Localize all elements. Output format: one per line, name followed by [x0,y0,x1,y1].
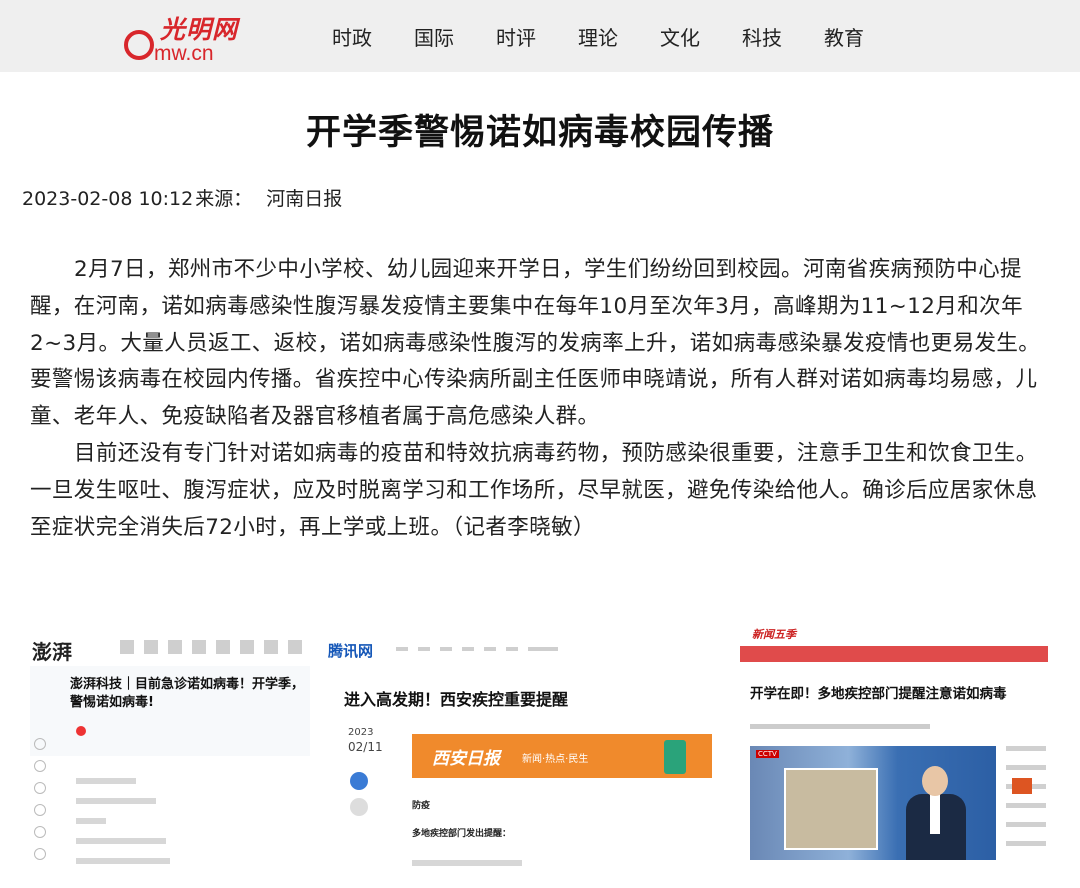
nav-line [528,647,558,651]
main-nav: 时政 国际 时评 理论 文化 科技 教育 [332,22,906,51]
phone-icon [664,740,686,774]
logo-g-mark [124,30,154,60]
video-inset [784,768,878,850]
text-line [76,838,166,844]
article-paragraph: 目前还没有专门针对诺如病毒的疫苗和特效抗病毒药物，预防感染很重要，注意手卫生和饮… [30,440,1038,540]
cctv-header: 新闻五季 [740,624,1048,642]
article-source[interactable]: 河南日报 [266,188,342,210]
nav-item-politics[interactable]: 时政 [332,22,414,51]
text-line [76,798,156,804]
qq-logo: 腾讯网 [328,642,374,660]
share-icon[interactable] [350,798,368,816]
nav-item-theory[interactable]: 理论 [578,22,660,51]
site-logo[interactable]: 光明网 mw.cn [122,12,262,65]
article-title: 开学季警惕诺如病毒校园传播 [305,113,774,153]
nav-line [440,647,452,651]
text-line [76,778,136,784]
qq-para: 防疫 [412,801,431,811]
nav-item-education[interactable]: 教育 [824,22,906,51]
nav-line [506,647,518,651]
qq-date: 2023 02/11 [348,726,383,754]
thepaper-share-icons [34,738,46,870]
wechat-share-icon[interactable] [350,772,368,790]
top-nav-bar: 光明网 mw.cn 时政 国际 时评 理论 文化 科技 教育 [0,0,1080,72]
thepaper-title: 澎湃科技｜目前急诊诺如病毒！开学季，警惕诺如病毒! [70,677,305,710]
author-avatar [76,726,86,736]
cctv-site-logo: 新闻五季 [752,628,796,641]
text-line [412,860,522,866]
cctv-screenshot: 新闻五季 开学在即！多地疾控部门提醒注意诺如病毒 CCTV [740,620,1048,868]
qq-date-year: 2023 [348,727,374,738]
nav-line [396,647,408,651]
article-paragraph: 2月7日，郑州市不少中小学校、幼儿园迎来开学日，学生们纷纷回到校园。河南省疾病预… [30,257,1041,430]
news-video-frame[interactable]: CCTV [750,746,996,860]
text-line [76,818,106,824]
cctv-nav-bar [740,646,1048,662]
logo-calligraphy: 光明网 [160,15,239,44]
cctv-sidebar [1006,746,1046,860]
screenshot-strip: 澎湃 澎湃科技｜目前急诊诺如病毒！开学季，警惕诺如病毒! 腾讯网 进入高发期！西… [0,620,1080,888]
news-anchor [906,766,966,860]
nav-line [462,647,474,651]
thepaper-logo: 澎湃 [32,640,72,664]
nav-line [484,647,496,651]
qq-date-md: 02/11 [348,740,383,754]
thepaper-nav [120,640,302,654]
article-meta: 2023-02-08 10:12 来源： 河南日报 [22,184,342,211]
text-line [750,724,930,729]
qq-para: 多地疾控部门发出提醒： [412,829,512,839]
article-datetime: 2023-02-08 10:12 [22,188,194,210]
thepaper-screenshot: 澎湃 澎湃科技｜目前急诊诺如病毒！开学季，警惕诺如病毒! [30,626,310,874]
nav-item-technology[interactable]: 科技 [742,22,824,51]
nav-item-commentary[interactable]: 时评 [496,22,578,51]
cctv-red-logo [1012,778,1032,794]
banner-sub: 新闻·热点·民生 [522,754,589,765]
source-label: 来源： [195,188,253,210]
qq-title: 进入高发期！西安疾控重要提醒 [344,690,569,709]
nav-item-culture[interactable]: 文化 [660,22,742,51]
text-line [76,858,170,864]
cctv-badge: CCTV [756,750,779,758]
article-body: 2月7日，郑州市不少中小学校、幼儿园迎来开学日，学生们纷纷回到校园。河南省疾病预… [30,252,1050,546]
nav-item-international[interactable]: 国际 [414,22,496,51]
qq-screenshot: 腾讯网 进入高发期！西安疾控重要提醒 2023 02/11 西安日报 新闻·热点… [322,630,718,878]
banner-title: 西安日报 [432,749,500,769]
cctv-title: 开学在即！多地疾控部门提醒注意诺如病毒 [750,686,1007,702]
nav-line [418,647,430,651]
logo-url: mw.cn [154,42,214,65]
